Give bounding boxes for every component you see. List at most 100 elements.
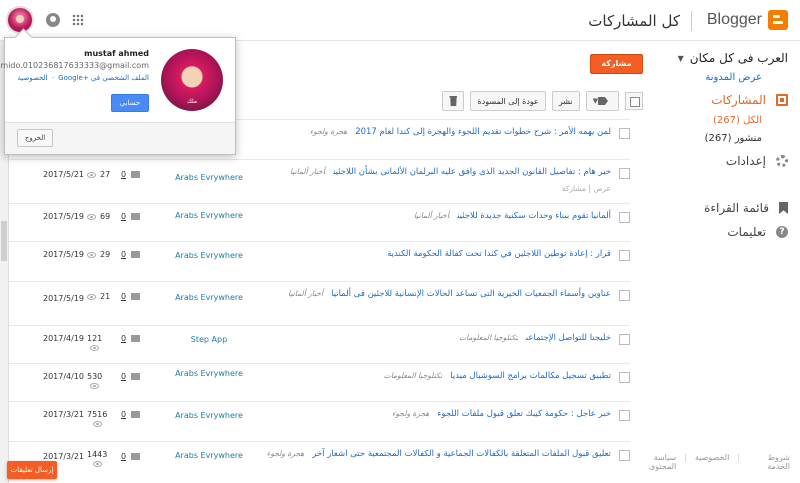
table-row[interactable]: خبر عاجل : حكومة كيبك تعلق قبول ملفات ال… [9, 401, 630, 441]
sign-out-button[interactable]: الخروج [17, 129, 53, 147]
sidebar-item-settings[interactable]: إعدادات [726, 154, 788, 168]
post-labels[interactable]: هجرة ولجوء [267, 449, 304, 458]
post-labels[interactable]: أخبار ألمانيا [414, 211, 449, 220]
posts-toolbar: ▼ نشر عودة إلى المسودة [442, 90, 643, 112]
post-date: 2017/3/21 [43, 410, 85, 419]
post-labels[interactable]: تكنلوجيا المعلومات [384, 371, 442, 380]
content-policy-link[interactable]: سياسة المحتوى [630, 453, 676, 471]
publish-button[interactable]: نشر [551, 91, 580, 111]
sidebar-item-reading-list[interactable]: قائمة القراءة [704, 201, 788, 215]
row-checkbox[interactable] [619, 250, 630, 261]
post-title-text[interactable]: عناوين وأسماء الجمعيات الخيرية التى تساع… [331, 289, 611, 299]
post-comments[interactable]: 0 [121, 250, 141, 259]
post-comments[interactable]: 0 [121, 212, 141, 221]
send-feedback-button[interactable]: إرسال تعليقات [7, 461, 57, 479]
post-labels[interactable]: هجرة ولجوء [310, 127, 347, 136]
privacy-link[interactable]: الخصوصية [18, 74, 48, 82]
view-blog-link[interactable]: عرض المدونة [705, 72, 762, 83]
post-labels[interactable]: تكنلوجيا المعلومات [459, 333, 518, 342]
post-author[interactable]: Arabs Evrywhere [174, 410, 244, 422]
post-title[interactable]: عناوين وأسماء الجمعيات الخيرية التى تساع… [288, 289, 611, 299]
table-row[interactable]: عناوين وأسماء الجمعيات الخيرية التى تساع… [9, 281, 630, 325]
post-date: 2017/5/21 [43, 170, 85, 179]
footer-separator: | [737, 453, 741, 462]
post-date: 2017/5/19 [43, 250, 85, 259]
brand[interactable]: Blogger [707, 10, 788, 30]
row-checkbox[interactable] [619, 372, 630, 383]
revert-to-draft-button[interactable]: عودة إلى المسودة [470, 91, 546, 111]
avatar[interactable] [6, 6, 34, 34]
post-labels[interactable]: أخبار ألمانيا [288, 289, 323, 298]
post-author[interactable]: Arabs Evrywhere [174, 292, 244, 304]
post-title-text[interactable]: تعليق قبول الملفات المتعلقة بالكفالات ال… [312, 449, 611, 459]
post-title[interactable]: خليجنا للتواصل الإجتماعى تكنلوجيا المعلوم… [459, 333, 611, 343]
post-title[interactable]: لمن يهمه الأمر : شرح خطوات تقديم اللجوء … [310, 127, 611, 137]
post-title-text[interactable]: تطبيق تسجيل مكالمات برامج السوشيال ميديا [450, 371, 611, 381]
post-title-text[interactable]: لمن يهمه الأمر : شرح خطوات تقديم اللجوء … [355, 127, 611, 137]
row-checkbox[interactable] [619, 128, 630, 139]
labels-button[interactable]: ▼ [585, 91, 619, 111]
table-row[interactable]: تعليق قبول الملفات المتعلقة بالكفالات ال… [9, 441, 630, 483]
post-title[interactable]: خبر هام : تفاصيل القانون الجديد الذى واف… [290, 167, 611, 177]
view-count: 29 [100, 250, 111, 259]
post-comments[interactable]: 0 [121, 410, 141, 419]
post-title[interactable]: تطبيق تسجيل مكالمات برامج السوشيال ميديا… [384, 371, 611, 381]
sidebar-item-posts[interactable]: المشاركات [711, 93, 788, 107]
select-all-checkbox[interactable] [625, 92, 643, 110]
post-author[interactable]: Arabs Evrywhere [174, 250, 244, 262]
table-row[interactable]: قرار : إعادة توطين اللاجئين في كندا تحت … [9, 241, 630, 281]
row-checkbox[interactable] [619, 290, 630, 301]
notifications-icon[interactable] [46, 13, 60, 27]
post-title-text[interactable]: ألمانيا تقوم ببناء وحدات سكنية جديدة للا… [457, 211, 611, 221]
blog-selector[interactable]: العرب فى كل مكان ▼ [678, 51, 788, 65]
blogger-logo-icon [768, 10, 788, 30]
post-title-text[interactable]: خبر عاجل : حكومة كيبك تعلق قبول ملفات ال… [437, 409, 611, 419]
profile-photo[interactable]: ملك [161, 49, 223, 111]
view-count: 1443 [87, 450, 108, 459]
post-title[interactable]: قرار : إعادة توطين اللاجئين في كندا تحت … [387, 249, 611, 259]
scrollbar-thumb[interactable] [1, 221, 7, 261]
table-row[interactable]: خبر هام : تفاصيل القانون الجديد الذى واف… [9, 159, 630, 203]
sidebar-sub-published[interactable]: منشور (267) [705, 133, 762, 144]
privacy-link[interactable]: الخصوصية [695, 453, 729, 471]
row-checkbox[interactable] [619, 450, 630, 461]
post-title[interactable]: خبر عاجل : حكومة كيبك تعلق قبول ملفات ال… [392, 409, 611, 419]
table-row[interactable]: تطبيق تسجيل مكالمات برامج السوشيال ميديا… [9, 363, 630, 401]
delete-button[interactable] [442, 91, 465, 111]
post-labels[interactable]: هجرة ولجوء [392, 409, 429, 418]
post-title-text[interactable]: قرار : إعادة توطين اللاجئين في كندا تحت … [387, 249, 611, 259]
new-post-button[interactable]: مشاركة جديدة [590, 54, 643, 86]
eye-icon [90, 383, 100, 389]
apps-grid-icon[interactable] [72, 14, 84, 26]
post-author[interactable]: Arabs Evrywhere [174, 172, 244, 184]
chevron-down-icon: ▼ [677, 53, 684, 63]
post-author[interactable]: Arabs Evrywhere [174, 450, 244, 462]
terms-link[interactable]: شروط الخدمة [748, 453, 790, 471]
post-author[interactable]: Arabs Evrywhere [174, 368, 244, 380]
view-count: 530 [87, 372, 103, 381]
post-comments[interactable]: 0 [121, 372, 141, 381]
profile-link[interactable]: الملف الشخصي في +Google [58, 74, 149, 82]
post-comments[interactable]: 0 [121, 334, 141, 343]
sidebar-sub-all[interactable]: الكل (267) [713, 115, 762, 126]
post-actions[interactable]: عرض | مشاركة [562, 184, 611, 193]
post-title[interactable]: ألمانيا تقوم ببناء وحدات سكنية جديدة للا… [414, 211, 611, 221]
post-comments[interactable]: 0 [121, 170, 141, 179]
table-row[interactable]: خليجنا للتواصل الإجتماعى تكنلوجيا المعلوم… [9, 325, 630, 363]
table-row[interactable]: ألمانيا تقوم ببناء وحدات سكنية جديدة للا… [9, 203, 630, 241]
post-title-text[interactable]: خليجنا للتواصل الإجتماعى [526, 333, 611, 343]
row-checkbox[interactable] [619, 168, 630, 179]
post-comments[interactable]: 0 [121, 292, 141, 301]
post-title[interactable]: تعليق قبول الملفات المتعلقة بالكفالات ال… [267, 449, 611, 459]
my-account-button[interactable]: حسابي [111, 94, 149, 112]
post-labels[interactable]: أخبار ألمانيا [290, 167, 325, 176]
sidebar-item-help[interactable]: ? تعليمات [727, 225, 788, 239]
post-author[interactable]: Arabs Evrywhere [174, 210, 244, 222]
row-checkbox[interactable] [619, 410, 630, 421]
top-bar: Blogger كل المشاركات [0, 0, 800, 41]
post-author[interactable]: Step App [174, 334, 244, 346]
post-title-text[interactable]: خبر هام : تفاصيل القانون الجديد الذى واف… [333, 167, 611, 177]
post-comments[interactable]: 0 [121, 452, 141, 461]
row-checkbox[interactable] [619, 334, 630, 345]
row-checkbox[interactable] [619, 212, 630, 223]
